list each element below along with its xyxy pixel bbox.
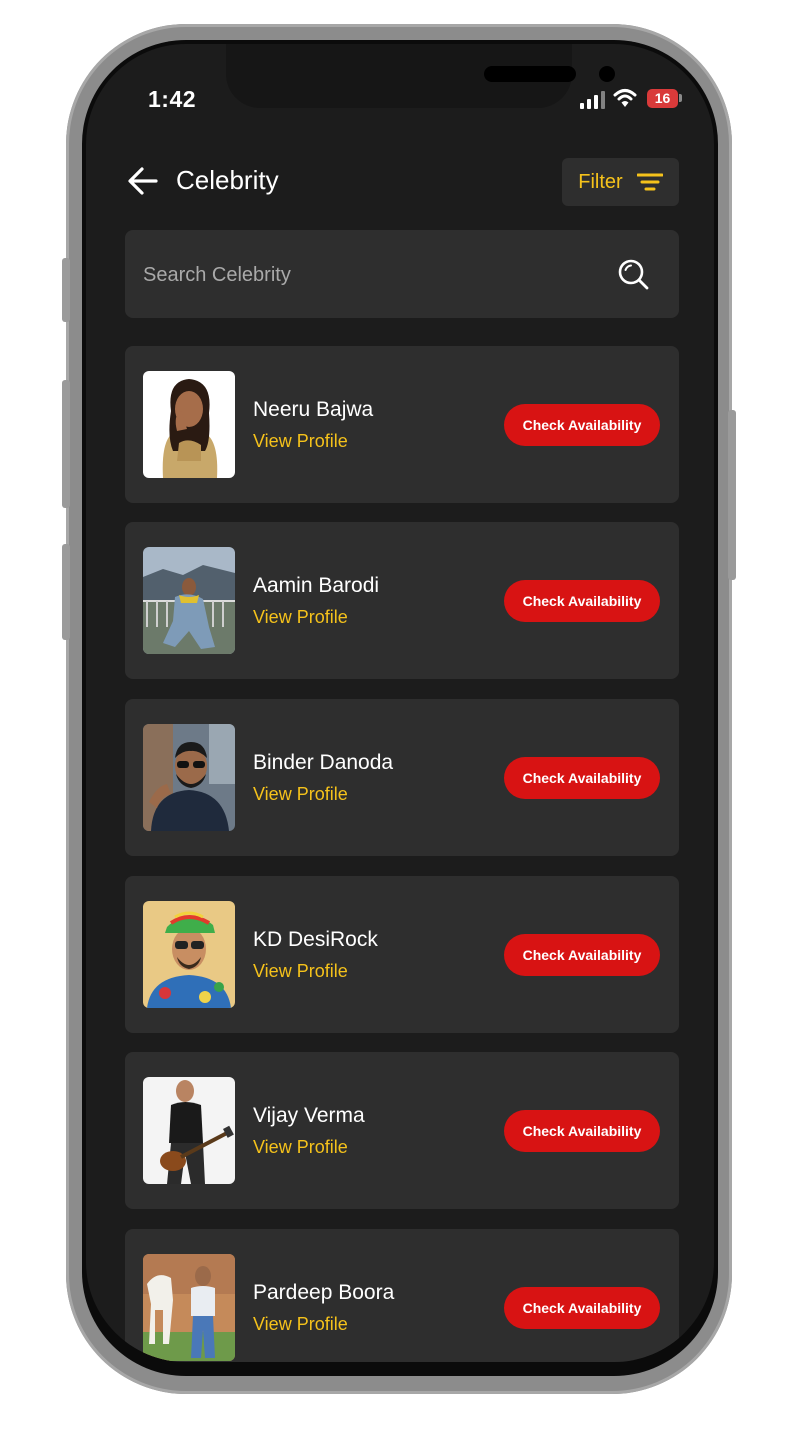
celebrity-card: Neeru Bajwa View Profile Check Availabil…: [125, 346, 679, 503]
view-profile-link[interactable]: View Profile: [253, 1137, 348, 1158]
view-profile-link[interactable]: View Profile: [253, 784, 348, 805]
celebrity-name: Vijay Verma: [253, 1104, 365, 1127]
celebrity-name: KD DesiRock: [253, 928, 378, 951]
celebrity-name: Aamin Barodi: [253, 574, 380, 597]
front-camera: [599, 66, 615, 82]
celebrity-card: Binder Danoda View Profile Check Availab…: [125, 699, 679, 856]
check-availability-button[interactable]: Check Availability: [504, 1287, 660, 1329]
celebrity-card: Vijay Verma View Profile Check Availabil…: [125, 1052, 679, 1209]
search-bar: [125, 230, 679, 318]
volume-up-button: [62, 380, 70, 508]
check-availability-button[interactable]: Check Availability: [504, 580, 660, 622]
celebrity-photo: [143, 901, 235, 1008]
celebrity-photo: [143, 547, 235, 654]
filter-label: Filter: [578, 170, 623, 193]
check-availability-button[interactable]: Check Availability: [504, 404, 660, 446]
filter-lines-icon: [636, 173, 663, 191]
page-title: Celebrity: [176, 165, 279, 195]
app-screen: 1:42 16 Celebrity Filter Search Celebrit…: [86, 44, 714, 1362]
status-time: 1:42: [148, 86, 197, 112]
filter-button[interactable]: Filter: [562, 158, 679, 206]
notch: [226, 44, 615, 108]
celebrity-card: Aamin Barodi View Profile Check Availabi…: [125, 522, 679, 679]
celebrity-name: Pardeep Boora: [253, 1281, 395, 1304]
volume-down-button: [62, 544, 70, 640]
celebrity-name: Neeru Bajwa: [253, 398, 374, 421]
celebrity-card: KD DesiRock View Profile Check Availabil…: [125, 876, 679, 1033]
celebrity-photo: [143, 1254, 235, 1361]
wifi-icon: [613, 89, 637, 107]
view-profile-link[interactable]: View Profile: [253, 1314, 348, 1335]
view-profile-link[interactable]: View Profile: [253, 961, 348, 982]
arrow-left-icon[interactable]: [126, 166, 160, 196]
cellular-signal-icon: [580, 91, 606, 109]
battery-tip: [679, 94, 682, 102]
celebrity-name: Binder Danoda: [253, 751, 394, 774]
celebrity-photo: [143, 1077, 235, 1184]
silent-switch: [62, 258, 70, 322]
celebrity-card: Pardeep Boora View Profile Check Availab…: [125, 1229, 679, 1362]
view-profile-link[interactable]: View Profile: [253, 431, 348, 452]
speaker-grille: [484, 66, 576, 82]
search-input[interactable]: [141, 254, 605, 296]
celebrity-photo: [143, 371, 235, 478]
magnifier-icon[interactable]: [617, 258, 649, 290]
celebrity-photo: [143, 724, 235, 831]
check-availability-button[interactable]: Check Availability: [504, 1110, 660, 1152]
power-button: [728, 410, 736, 580]
check-availability-button[interactable]: Check Availability: [504, 757, 660, 799]
view-profile-link[interactable]: View Profile: [253, 607, 348, 628]
check-availability-button[interactable]: Check Availability: [504, 934, 660, 976]
battery-icon: 16: [647, 89, 678, 108]
